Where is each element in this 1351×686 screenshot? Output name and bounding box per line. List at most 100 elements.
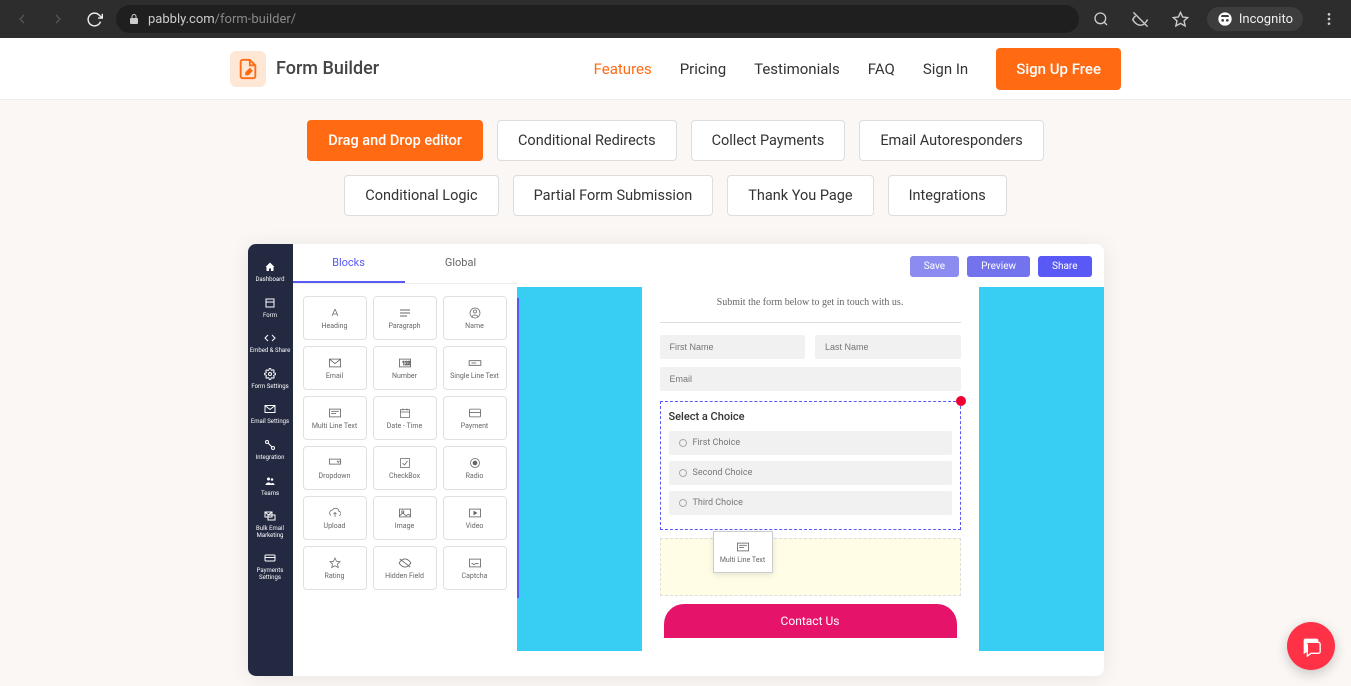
site-header: Form Builder Features Pricing Testimonia… bbox=[0, 38, 1351, 100]
email-input[interactable] bbox=[660, 367, 961, 391]
forward-button[interactable] bbox=[44, 5, 72, 33]
tab-collect-payments[interactable]: Collect Payments bbox=[691, 120, 846, 161]
home-icon bbox=[263, 260, 277, 274]
radio-dot-icon bbox=[679, 439, 687, 447]
sidebar-item-email-settings[interactable]: Email Settings bbox=[248, 396, 293, 432]
sidebar-item-integration[interactable]: Integration bbox=[248, 432, 293, 468]
heading-icon bbox=[328, 307, 342, 319]
choice-option-3[interactable]: Third Choice bbox=[669, 491, 952, 515]
choice-block-selected[interactable]: Select a Choice First Choice Second Choi… bbox=[660, 401, 961, 530]
preview-button[interactable]: Preview bbox=[967, 256, 1030, 277]
choice-option-2[interactable]: Second Choice bbox=[669, 461, 952, 485]
star-icon[interactable] bbox=[1167, 5, 1195, 33]
tab-integrations[interactable]: Integrations bbox=[888, 175, 1007, 216]
tab-blocks[interactable]: Blocks bbox=[293, 244, 405, 283]
chat-bubble-button[interactable] bbox=[1287, 622, 1335, 670]
address-bar[interactable]: pabbly.com/form-builder/ bbox=[116, 5, 1079, 33]
tab-thank-you-page[interactable]: Thank You Page bbox=[727, 175, 873, 216]
sidebar-item-embed-share[interactable]: Embed & Share bbox=[248, 325, 293, 361]
block-image[interactable]: Image bbox=[373, 496, 437, 540]
zoom-icon[interactable] bbox=[1087, 5, 1115, 33]
user-icon bbox=[468, 307, 482, 319]
paragraph-icon bbox=[398, 307, 412, 319]
tab-conditional-redirects[interactable]: Conditional Redirects bbox=[497, 120, 677, 161]
block-single-line-text[interactable]: Single Line Text bbox=[443, 346, 507, 390]
url: pabbly.com/form-builder/ bbox=[148, 12, 296, 27]
blocks-panel: Blocks Global Heading Paragraph Name Ema… bbox=[293, 244, 517, 676]
eye-off-icon[interactable] bbox=[1127, 5, 1155, 33]
last-name-input[interactable] bbox=[815, 335, 961, 359]
delete-block-icon[interactable] bbox=[956, 396, 966, 406]
captcha-icon bbox=[468, 557, 482, 569]
brand-name: Form Builder bbox=[276, 58, 379, 79]
block-date-time[interactable]: Date - Time bbox=[373, 396, 437, 440]
logo-icon bbox=[230, 51, 266, 87]
video-icon bbox=[468, 507, 482, 519]
feature-tabs: Drag and Drop editor Conditional Redirec… bbox=[226, 100, 1126, 234]
tab-global[interactable]: Global bbox=[405, 244, 517, 283]
brand-logo[interactable]: Form Builder bbox=[230, 51, 379, 87]
drop-zone[interactable]: Multi Line Text bbox=[660, 538, 961, 596]
block-payment[interactable]: Payment bbox=[443, 396, 507, 440]
code-icon bbox=[263, 331, 277, 345]
block-radio[interactable]: Radio bbox=[443, 446, 507, 490]
block-email[interactable]: Email bbox=[303, 346, 367, 390]
textarea-icon bbox=[328, 407, 342, 419]
block-number[interactable]: 123Number bbox=[373, 346, 437, 390]
nav-pricing[interactable]: Pricing bbox=[680, 60, 726, 78]
svg-text:123: 123 bbox=[402, 361, 411, 367]
nav-testimonials[interactable]: Testimonials bbox=[754, 60, 840, 78]
block-captcha[interactable]: Captcha bbox=[443, 546, 507, 590]
submit-button[interactable]: Contact Us bbox=[664, 604, 957, 638]
dragging-block-preview: Multi Line Text bbox=[713, 531, 773, 573]
incognito-badge: Incognito bbox=[1207, 7, 1303, 31]
tab-conditional-logic[interactable]: Conditional Logic bbox=[344, 175, 498, 216]
choice-option-1[interactable]: First Choice bbox=[669, 431, 952, 455]
link-icon bbox=[263, 438, 277, 452]
sidebar-item-payments-settings[interactable]: Payments Settings bbox=[248, 545, 293, 587]
users-icon bbox=[263, 474, 277, 488]
textarea-icon bbox=[736, 541, 750, 553]
hidden-icon bbox=[398, 557, 412, 569]
star-block-icon bbox=[328, 557, 342, 569]
image-icon bbox=[398, 507, 412, 519]
block-heading[interactable]: Heading bbox=[303, 296, 367, 340]
nav-signin[interactable]: Sign In bbox=[923, 60, 968, 78]
nav-faq[interactable]: FAQ bbox=[868, 60, 895, 78]
save-button[interactable]: Save bbox=[910, 256, 959, 277]
tab-drag-drop-editor[interactable]: Drag and Drop editor bbox=[307, 120, 483, 161]
sidebar-item-form-settings[interactable]: Form Settings bbox=[248, 361, 293, 397]
block-upload[interactable]: Upload bbox=[303, 496, 367, 540]
mail-icon bbox=[263, 402, 277, 416]
sidebar-item-form[interactable]: Form bbox=[248, 290, 293, 326]
scroll-indicator bbox=[517, 298, 519, 598]
sidebar-item-dashboard[interactable]: Dashboard bbox=[248, 254, 293, 290]
tab-email-autoresponders[interactable]: Email Autoresponders bbox=[859, 120, 1043, 161]
canvas-area: Save Preview Share Submit the form below… bbox=[517, 244, 1104, 676]
nav-features[interactable]: Features bbox=[594, 60, 652, 78]
form-bg-right bbox=[979, 287, 1104, 651]
signup-button[interactable]: Sign Up Free bbox=[996, 48, 1121, 90]
sidebar-item-bulk-email[interactable]: Bulk Email Marketing bbox=[248, 503, 293, 545]
block-video[interactable]: Video bbox=[443, 496, 507, 540]
form-subtitle: Submit the form below to get in touch wi… bbox=[660, 297, 961, 308]
share-button[interactable]: Share bbox=[1038, 256, 1091, 277]
radio-icon bbox=[468, 457, 482, 469]
block-dropdown[interactable]: Dropdown bbox=[303, 446, 367, 490]
block-rating[interactable]: Rating bbox=[303, 546, 367, 590]
block-checkbox[interactable]: CheckBox bbox=[373, 446, 437, 490]
tab-partial-form-submission[interactable]: Partial Form Submission bbox=[513, 175, 714, 216]
block-name[interactable]: Name bbox=[443, 296, 507, 340]
sidebar-item-teams[interactable]: Teams bbox=[248, 468, 293, 504]
bulk-mail-icon bbox=[263, 509, 277, 523]
editor-preview-card: Dashboard Form Embed & Share Form Settin… bbox=[248, 244, 1104, 676]
block-hidden-field[interactable]: Hidden Field bbox=[373, 546, 437, 590]
reload-button[interactable] bbox=[80, 5, 108, 33]
back-button[interactable] bbox=[8, 5, 36, 33]
first-name-input[interactable] bbox=[660, 335, 806, 359]
block-multi-line-text[interactable]: Multi Line Text bbox=[303, 396, 367, 440]
block-paragraph[interactable]: Paragraph bbox=[373, 296, 437, 340]
kebab-menu-icon[interactable] bbox=[1315, 5, 1343, 33]
envelope-icon bbox=[328, 357, 342, 369]
chat-icon bbox=[1300, 635, 1322, 657]
